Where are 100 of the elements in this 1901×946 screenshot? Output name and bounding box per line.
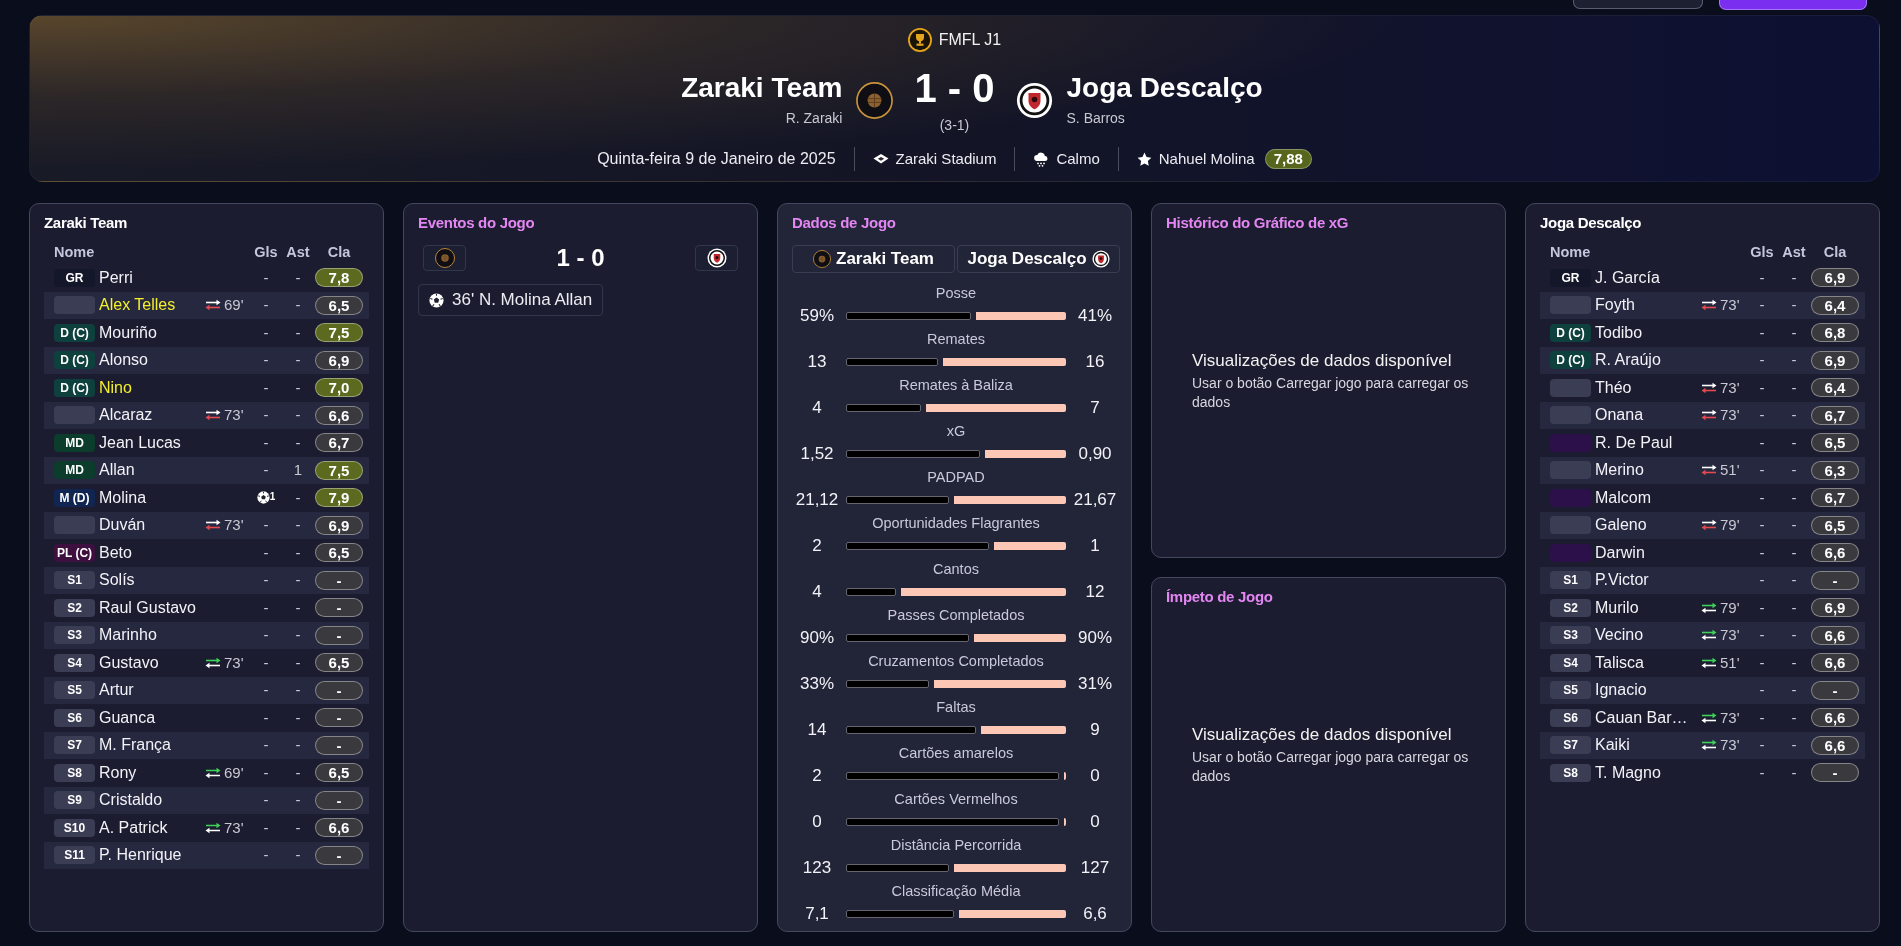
goals-value: -	[263, 267, 269, 288]
swap-arrows-icon	[205, 821, 221, 834]
column-header: Nome	[54, 243, 96, 263]
rating-pill: -	[315, 735, 363, 755]
stat-label: PADPAD	[926, 468, 986, 487]
rating-pill: 6,5	[315, 653, 363, 673]
rating-pill: 6,9	[1811, 598, 1859, 618]
goals-value: -	[1759, 322, 1765, 343]
position-badge: MD	[54, 461, 95, 480]
goals-value: -	[1759, 652, 1765, 673]
goals-value: -	[263, 817, 269, 838]
rating-pill: 6,6	[1811, 708, 1859, 728]
team-name: Zaraki Team	[680, 71, 843, 105]
away-stat-value: 31%	[1077, 673, 1113, 695]
substitution-minute: 73'	[224, 817, 244, 838]
team-filter-button[interactable]	[695, 245, 738, 271]
rating-pill: 6,5	[315, 763, 363, 783]
position-badge: S2	[1550, 598, 1591, 617]
rating-pill: 7,5	[315, 323, 363, 343]
position-badge: S8	[54, 763, 95, 782]
goals-value: -	[1759, 487, 1765, 508]
player-name: Beto	[99, 542, 133, 563]
rating-pill: -	[315, 845, 363, 865]
home-stat-value: 0	[811, 811, 823, 833]
away-stat-value: 1	[1089, 535, 1101, 557]
rating-pill: -	[1811, 570, 1859, 590]
player-name: J. García	[1595, 267, 1661, 288]
rating-pill: 6,7	[1811, 405, 1859, 425]
player-name: Talisca	[1595, 652, 1645, 673]
stadium-icon	[872, 153, 889, 165]
position-badge: D (C)	[54, 323, 95, 342]
goals-value: -	[1759, 432, 1765, 453]
away-stat-value: 12	[1084, 581, 1106, 603]
stat-label: Posse	[934, 284, 978, 303]
player-name: Jean Lucas	[99, 432, 182, 453]
away-stat-value: 41%	[1077, 305, 1113, 327]
home-stat-value: 4	[811, 397, 823, 419]
goals-value: -	[263, 460, 269, 480]
player-name: Alex Telles	[99, 295, 177, 316]
empty-state-message: Visualizações de dados disponível	[1192, 349, 1453, 372]
substitution-minute: 73'	[224, 652, 244, 673]
rating-pill: 6,6	[315, 818, 363, 838]
event-text: 36' N. Molina Allan	[452, 289, 593, 312]
substitution-minute: 73'	[1720, 405, 1740, 425]
position-badge: S10	[54, 818, 95, 837]
assists-value: -	[295, 322, 301, 343]
star-icon	[1136, 151, 1152, 167]
trophy-icon	[907, 28, 932, 52]
assists-value: -	[295, 652, 301, 673]
rating-pill: 6,9	[315, 515, 363, 535]
player-name: Marinho	[99, 625, 158, 646]
player-name: Gustavo	[99, 652, 160, 673]
rating-pill: -	[315, 680, 363, 700]
panel-title: Ímpeto de Jogo	[1166, 587, 1274, 607]
panel-title: Histórico do Gráfico de xG	[1166, 213, 1350, 233]
crest-icon	[813, 250, 831, 268]
goals-value: -	[1759, 597, 1765, 618]
assists-value: -	[295, 432, 301, 453]
goals-value: -	[1759, 570, 1765, 590]
away-stat-value: 9	[1089, 719, 1101, 741]
match-date: Quinta-feira 9 de Janeiro de 2025	[597, 149, 836, 169]
goals-value: -	[263, 405, 269, 425]
stadium-name: Zaraki Stadium	[895, 148, 997, 169]
assists-value: -	[295, 625, 301, 645]
toolbar-button[interactable]	[1573, 0, 1703, 9]
rating-pill: 6,6	[1811, 735, 1859, 755]
position-badge: D (C)	[54, 378, 95, 397]
assists-value: -	[1791, 295, 1797, 315]
position-badge: S5	[1550, 681, 1591, 700]
assists-value: -	[1791, 570, 1797, 590]
player-name: Cristaldo	[99, 790, 164, 811]
player-name: Allan	[99, 460, 136, 481]
home-stat-value: 21,12	[794, 489, 840, 511]
team-name: Joga Descalço	[1066, 71, 1264, 105]
substitution-minute: 69'	[224, 295, 244, 315]
empty-state-message: Visualizações de dados disponível	[1192, 723, 1453, 746]
player-name: Vecino	[1595, 625, 1645, 646]
swap-arrows-icon	[205, 519, 221, 532]
position-badge: D (C)	[1550, 351, 1591, 370]
team-tab[interactable]: Joga Descalço	[957, 245, 1120, 273]
assists-value: -	[295, 680, 301, 700]
player-name: Guanca	[99, 707, 157, 728]
player-name: Solís	[99, 570, 136, 591]
goals-value: -	[263, 432, 269, 453]
team-tab[interactable]: Zaraki Team	[792, 245, 955, 273]
swap-arrows-icon	[1701, 711, 1717, 724]
substitution-minute: 73'	[224, 515, 244, 535]
column-header: Gls	[253, 243, 279, 263]
player-name: Molina	[99, 487, 148, 508]
home-stat-value: 123	[801, 857, 833, 879]
assists-value: -	[1791, 267, 1797, 288]
home-stat-value: 33%	[799, 673, 835, 695]
substitution-minute: 79'	[1720, 515, 1740, 535]
player-name: Ignacio	[1595, 680, 1648, 701]
swap-arrows-icon	[205, 299, 221, 312]
substitution-minute: 73'	[1720, 707, 1740, 728]
panel-title: Eventos do Jogo	[418, 213, 536, 233]
player-name: Artur	[99, 680, 135, 701]
rating-pill: 6,5	[315, 543, 363, 563]
player-name: Onana	[1595, 405, 1645, 426]
